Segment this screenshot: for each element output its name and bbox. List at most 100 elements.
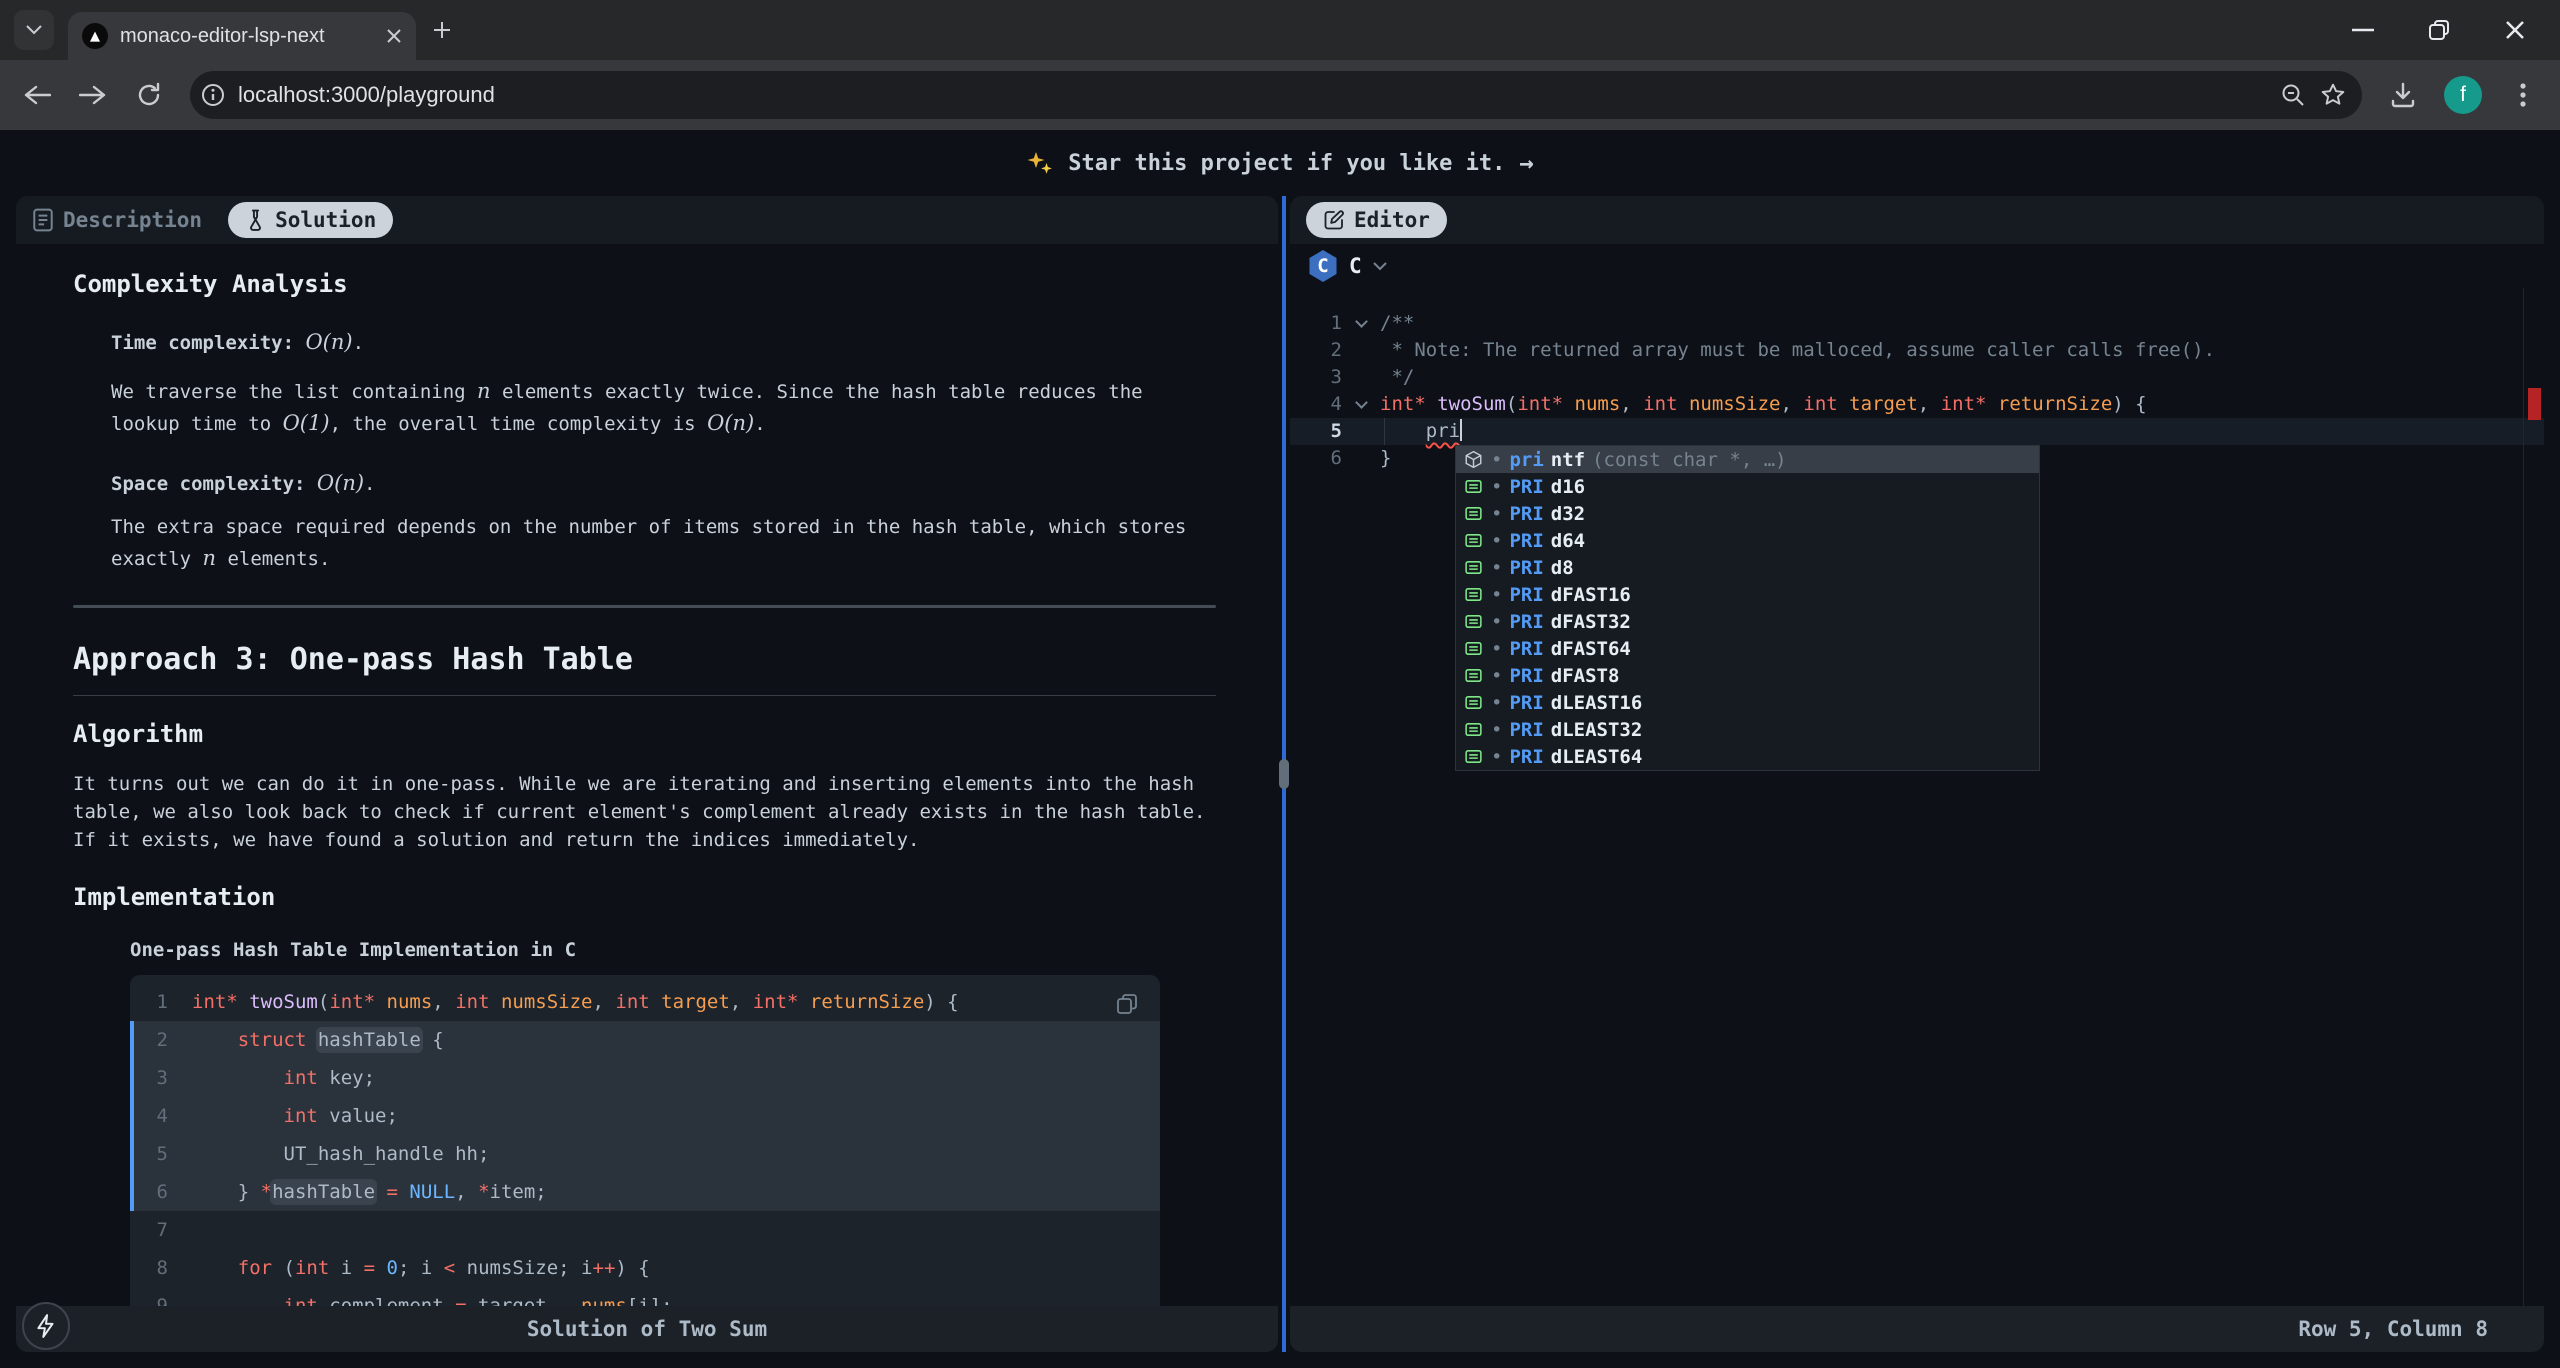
editor-panel-header: Editor — [1290, 196, 2544, 244]
window-close-button[interactable] — [2500, 15, 2530, 45]
menu-kebab-icon[interactable] — [2508, 80, 2538, 110]
space-complexity-paragraph: Space complexity: O(n). — [111, 468, 1211, 500]
code-line: 5 UT_hash_handle hh; — [130, 1135, 1160, 1173]
code-line: 6 } *hashTable = NULL, *item; — [130, 1173, 1160, 1211]
copy-icon — [1116, 993, 1138, 1015]
extra-space-paragraph: The extra space required depends on the … — [111, 512, 1211, 575]
overview-ruler — [2523, 288, 2524, 1306]
constant-icon — [1463, 611, 1484, 632]
traverse-paragraph: We traverse the list containing n elemen… — [111, 376, 1211, 440]
suggestion-item[interactable]: •PRIdLEAST32 — [1456, 716, 2039, 743]
constant-icon — [1463, 719, 1484, 740]
c-language-icon: C — [1308, 250, 1338, 282]
left-status-bar: Solution of Two Sum — [16, 1306, 1278, 1352]
editor-line[interactable]: 3 */ — [1290, 364, 2544, 391]
tab-description[interactable]: Description — [32, 208, 202, 232]
resizer-handle[interactable] — [1279, 759, 1289, 789]
monaco-editor[interactable]: 1/**2 * Note: The returned array must be… — [1290, 288, 2544, 1306]
constant-icon — [1463, 476, 1484, 497]
zoom-out-icon[interactable] — [2278, 80, 2308, 110]
browser-window: ▲ monaco-editor-lsp-next localhost:3000/… — [0, 0, 2560, 1368]
back-button[interactable] — [22, 80, 52, 110]
editor-line[interactable]: 4int* twoSum(int* nums, int numsSize, in… — [1290, 391, 2544, 418]
reload-button[interactable] — [134, 80, 164, 110]
site-favicon: ▲ — [82, 23, 108, 49]
constant-icon — [1463, 503, 1484, 524]
tab-editor[interactable]: Editor — [1306, 202, 1447, 238]
solution-article: Complexity Analysis Time complexity: O(n… — [16, 244, 1278, 1306]
code-caption: One-pass Hash Table Implementation in C — [130, 938, 1216, 962]
window-restore-button[interactable] — [2424, 15, 2454, 45]
tab-title: monaco-editor-lsp-next — [120, 25, 374, 48]
new-tab-button[interactable] — [432, 20, 452, 40]
url-text[interactable]: localhost:3000/playground — [238, 82, 2268, 108]
autocomplete-widget: •printf(const char *, …)•PRId16•PRId32•P… — [1455, 445, 2040, 771]
fold-chevron-icon[interactable] — [1355, 396, 1368, 409]
quick-action-button[interactable] — [22, 1302, 70, 1350]
editor-panel: Editor C C 1/**2 * Note: The returned ar… — [1290, 196, 2544, 1352]
panel-resizer[interactable] — [1278, 196, 1290, 1352]
section-divider — [73, 605, 1216, 608]
suggestion-item[interactable]: •PRId8 — [1456, 554, 2039, 581]
suggestion-item[interactable]: •PRId64 — [1456, 527, 2039, 554]
constant-icon — [1463, 638, 1484, 659]
error-marker — [2528, 388, 2541, 420]
editor-line[interactable]: 1/** — [1290, 310, 2544, 337]
flask-icon — [245, 208, 266, 232]
tab-close-icon[interactable] — [386, 28, 402, 44]
language-selector[interactable]: C C — [1290, 244, 2544, 288]
code-line: 4 int value; — [130, 1097, 1160, 1135]
star-project-banner[interactable]: Star this project if you like it. → — [0, 130, 2560, 196]
constant-icon — [1463, 530, 1484, 551]
constant-icon — [1463, 557, 1484, 578]
heading-implementation: Implementation — [73, 882, 1216, 912]
code-line: 1int* twoSum(int* nums, int numsSize, in… — [130, 983, 1160, 1021]
browser-toolbar: localhost:3000/playground f — [0, 60, 2560, 130]
suggestion-item[interactable]: •PRIdFAST64 — [1456, 635, 2039, 662]
copy-code-button[interactable] — [1110, 987, 1144, 1021]
cursor-position: Row 5, Column 8 — [2298, 1317, 2488, 1341]
suggestion-item[interactable]: •PRIdLEAST64 — [1456, 743, 2039, 770]
chevron-down-icon — [1373, 262, 1387, 271]
browser-tab[interactable]: ▲ monaco-editor-lsp-next — [68, 12, 416, 60]
function-icon — [1463, 449, 1484, 470]
arrow-right-icon: → — [1519, 149, 1533, 177]
fold-chevron-icon[interactable] — [1355, 315, 1368, 328]
algorithm-paragraph: It turns out we can do it in one-pass. W… — [73, 770, 1223, 854]
download-icon[interactable] — [2388, 80, 2418, 110]
code-line: 8 for (int i = 0; i < numsSize; i++) { — [130, 1249, 1160, 1287]
indent-guide — [1384, 418, 1385, 445]
window-minimize-button[interactable] — [2348, 15, 2378, 45]
tab-solution[interactable]: Solution — [228, 202, 393, 238]
site-info-icon[interactable] — [198, 80, 228, 110]
code-line: 9 int complement = target - nums[i]; — [130, 1287, 1160, 1306]
constant-icon — [1463, 665, 1484, 686]
suggestion-item[interactable]: •PRId32 — [1456, 500, 2039, 527]
constant-icon — [1463, 746, 1484, 767]
document-icon — [32, 208, 54, 232]
language-label: C — [1349, 254, 1362, 278]
bookmark-star-icon[interactable] — [2318, 80, 2348, 110]
constant-icon — [1463, 692, 1484, 713]
solution-title: Solution of Two Sum — [527, 1317, 767, 1341]
code-block: 1int* twoSum(int* nums, int numsSize, in… — [130, 975, 1160, 1306]
suggestion-item[interactable]: •PRId16 — [1456, 473, 2039, 500]
solution-panel: Description Solution Complexity Analysis… — [16, 196, 1278, 1352]
suggestion-item[interactable]: •PRIdFAST8 — [1456, 662, 2039, 689]
left-panel-tabs: Description Solution — [16, 196, 1278, 244]
suggestion-item[interactable]: •PRIdFAST16 — [1456, 581, 2039, 608]
code-line: 2 struct hashTable { — [130, 1021, 1160, 1059]
chevron-down-icon — [26, 25, 42, 35]
address-bar[interactable]: localhost:3000/playground — [190, 71, 2362, 119]
forward-button[interactable] — [78, 80, 108, 110]
profile-avatar[interactable]: f — [2444, 76, 2482, 114]
suggestion-item[interactable]: •printf(const char *, …) — [1456, 446, 2039, 473]
zap-icon — [36, 1314, 56, 1338]
tab-search-button[interactable] — [14, 10, 54, 50]
banner-text: Star this project if you like it. — [1068, 151, 1505, 176]
editor-line[interactable]: 2 * Note: The returned array must be mal… — [1290, 337, 2544, 364]
suggestion-item[interactable]: •PRIdLEAST16 — [1456, 689, 2039, 716]
editor-status-bar: Row 5, Column 8 — [1290, 1306, 2544, 1352]
editor-line[interactable]: 5 pri — [1290, 418, 2544, 445]
suggestion-item[interactable]: •PRIdFAST32 — [1456, 608, 2039, 635]
